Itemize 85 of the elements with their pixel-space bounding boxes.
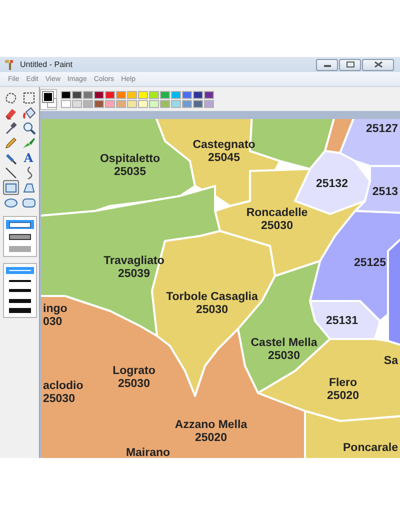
eyedropper-icon [4,120,18,134]
color-swatch[interactable] [127,100,137,108]
close-icon [374,61,382,68]
postal-code: 25125 [354,257,386,269]
rounded-rectangle-icon [22,196,36,210]
brush-icon [22,136,36,150]
ellipse-icon [4,196,18,210]
free-form-select-tool[interactable] [2,90,18,105]
free-form-select-icon [4,90,18,104]
place-name: Torbole Casaglia [166,291,258,303]
color-swatch[interactable] [193,90,203,98]
color-swatch[interactable] [138,100,148,108]
postal-code: 25030 [43,393,75,405]
color-swatch[interactable] [182,100,192,108]
rectangle-select-icon [22,90,36,104]
place-name: Sa [384,355,398,367]
line-icon [4,166,18,180]
color-swatch[interactable] [149,100,159,108]
postal-code: 25131 [326,315,358,327]
primary-color [43,92,53,102]
pencil-tool[interactable] [2,135,18,150]
color-swatch[interactable] [94,100,104,108]
color-swatch[interactable] [182,90,192,98]
minimize-button[interactable] [316,58,338,70]
postal-code: 25039 [118,268,150,280]
color-swatch[interactable] [105,100,115,108]
place-name: Ospitaletto [100,153,160,165]
color-swatch[interactable] [94,90,104,98]
color-swatch[interactable] [171,90,181,98]
color-swatch[interactable] [138,90,148,98]
postal-code: 25020 [195,432,227,444]
color-swatch[interactable] [149,90,159,98]
place-name: Roncadelle [246,207,308,219]
place-name: ingo [43,303,68,315]
color-swatch[interactable] [204,100,214,108]
place-name: Poncarale [343,442,398,454]
color-swatch[interactable] [83,90,93,98]
color-swatch[interactable] [160,100,170,108]
close-button[interactable] [362,58,394,70]
place-name: Castel Mella [250,337,318,349]
maximize-button[interactable] [339,58,361,70]
postal-code: 25035 [114,166,146,178]
color-swatch[interactable] [193,100,203,108]
fill-tool[interactable] [20,105,36,120]
place-name: Lograto [112,365,156,377]
postal-code: 25127 [366,123,398,135]
color-swatch[interactable] [61,100,71,108]
postal-code: 2513 [372,186,398,198]
color-swatch[interactable] [72,90,82,98]
postal-code: 25030 [118,378,150,390]
paint-brush-icon [4,58,16,70]
color-swatch[interactable] [116,100,126,108]
color-selector[interactable] [40,88,57,110]
color-swatch[interactable] [127,90,137,98]
line-tool[interactable] [2,165,18,180]
rectangle-tool[interactable] [2,180,18,195]
color-swatch[interactable] [204,90,214,98]
window-title: Untitled - Paint [20,60,72,69]
color-swatch[interactable] [116,90,126,98]
rectangle-icon [4,180,18,194]
fill-icon [22,106,36,120]
color-swatch[interactable] [72,100,82,108]
postal-code: 25045 [208,152,240,164]
rectangle-select-tool[interactable] [20,90,36,105]
postal-code: 25030 [196,304,228,316]
place-name: Flero [328,377,358,389]
pencil-icon [4,136,18,150]
magnifier-icon [22,120,36,134]
polygon-icon [22,180,36,194]
text-tool[interactable]: A [20,150,36,165]
place-name: aclodio [43,380,84,392]
postal-code: 25030 [268,350,300,362]
color-swatch[interactable] [171,100,181,108]
magnifier-tool[interactable] [20,120,36,135]
postal-code: 25030 [261,220,293,232]
color-swatch[interactable] [61,90,71,98]
color-swatch[interactable] [105,90,115,98]
postal-code: 030 [43,316,62,328]
color-swatch[interactable] [160,90,170,98]
place-name: Mairano [126,447,170,458]
place-name: Azzano Mella [174,419,248,431]
color-swatch[interactable] [83,100,93,108]
postal-code: 25020 [327,390,359,402]
postal-code: 25132 [316,178,348,190]
maximize-icon [346,61,354,68]
